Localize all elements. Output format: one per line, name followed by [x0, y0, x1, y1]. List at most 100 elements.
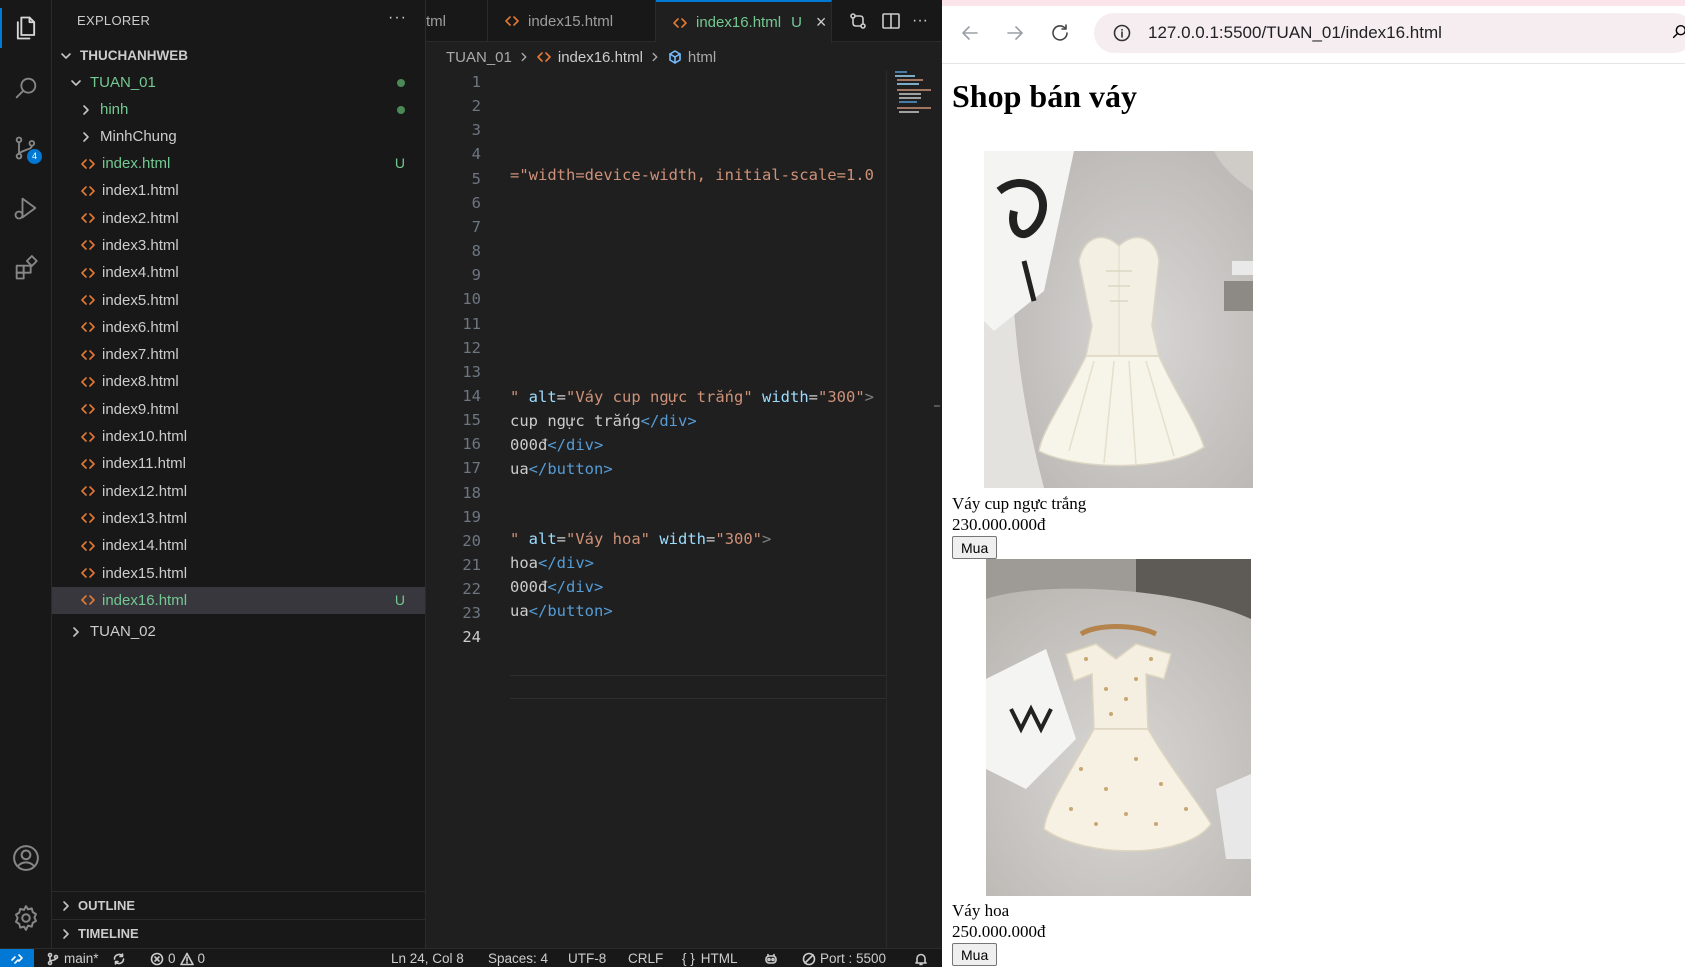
site-info-icon[interactable]	[1112, 23, 1132, 43]
settings-gear-icon[interactable]	[8, 900, 44, 936]
line-number: 9	[471, 266, 481, 285]
folder-tuan01[interactable]: TUAN_01	[52, 69, 425, 96]
html-file-icon	[81, 295, 95, 305]
folder-minhchung[interactable]: MinhChung	[52, 123, 425, 150]
breadcrumb-symbol[interactable]: html	[688, 49, 716, 66]
branch-indicator[interactable]: main*	[46, 950, 99, 967]
folder-tuan02[interactable]: TUAN_02	[52, 618, 425, 645]
tab-partial[interactable]: tml	[426, 0, 488, 42]
folder-label: MinhChung	[100, 128, 177, 145]
forward-arrow-icon[interactable]	[1003, 21, 1027, 45]
current-line-highlight	[510, 675, 886, 699]
remote-indicator-icon[interactable]	[0, 949, 34, 967]
line-number: 14	[462, 386, 481, 405]
indentation[interactable]: Spaces: 4	[488, 950, 548, 967]
editor-group: tml index15.html index16.html U × ··· TU…	[426, 0, 942, 948]
scroll-position-marker	[934, 405, 940, 407]
file-item[interactable]: index9.html	[52, 396, 425, 423]
file-item[interactable]: index14.html	[52, 532, 425, 559]
more-actions-icon[interactable]: ···	[912, 11, 932, 31]
chevron-right-icon	[73, 626, 79, 637]
file-item[interactable]: index10.html	[52, 423, 425, 450]
line-number: 23	[462, 604, 481, 623]
search-icon[interactable]	[8, 70, 44, 106]
file-item[interactable]: index3.html	[52, 232, 425, 259]
chevron-right-icon	[652, 52, 658, 62]
file-item[interactable]: index8.html	[52, 368, 425, 395]
file-item[interactable]: index5.html	[52, 287, 425, 314]
back-arrow-icon[interactable]	[958, 21, 982, 45]
cursor-position[interactable]: Ln 24, Col 8	[391, 950, 464, 967]
timeline-section[interactable]: TIMELINE	[52, 919, 425, 947]
close-icon[interactable]: ×	[816, 12, 827, 33]
tab-strip-edge	[942, 0, 1685, 6]
file-item[interactable]: index4.html	[52, 259, 425, 286]
url-text[interactable]: 127.0.0.1:5500/TUAN_01/index16.html	[1148, 23, 1442, 43]
workspace-label: THUCHANHWEB	[80, 48, 188, 63]
file-item[interactable]: index13.html	[52, 505, 425, 532]
line-number: 2	[471, 97, 481, 116]
file-item[interactable]: index.html U	[52, 150, 425, 177]
problems-indicator[interactable]: 0 0	[150, 950, 205, 967]
zoom-icon[interactable]	[1670, 23, 1685, 41]
workspace-folder[interactable]: THUCHANHWEB	[52, 42, 425, 69]
outline-section[interactable]: OUTLINE	[52, 891, 425, 919]
chevron-right-icon	[63, 928, 69, 939]
untracked-badge: U	[394, 155, 405, 171]
code-line-14: ua</button>	[510, 460, 613, 478]
html-file-icon	[81, 158, 95, 169]
code-editor[interactable]: 1 2 3 4 5 6 7 8 9 10 11 12 13 14 15 16 17 18 19 20 21 22 23 24 …	[426, 70, 886, 948]
run-debug-icon[interactable]	[8, 190, 44, 226]
breadcrumb-folder[interactable]: TUAN_01	[446, 49, 512, 66]
code-line-17: " alt="Váy hoa" width="300">	[510, 530, 772, 548]
html-file-icon	[505, 16, 519, 26]
language-mode[interactable]: { } HTML	[682, 950, 738, 967]
line-number: 20	[462, 531, 481, 550]
source-control-icon[interactable]: 4	[8, 130, 44, 166]
line-number: 19	[462, 507, 481, 526]
file-item[interactable]: index7.html	[52, 341, 425, 368]
minimap[interactable]	[893, 68, 935, 118]
page-content: Shop bán váy	[952, 78, 1137, 115]
breadcrumb-file[interactable]: index16.html	[558, 49, 643, 66]
explorer-icon[interactable]	[8, 10, 44, 46]
product-name: Váy hoa	[952, 901, 1010, 920]
html-file-icon	[81, 513, 95, 524]
buy-button[interactable]: Mua	[952, 943, 998, 966]
sync-icon[interactable]	[112, 950, 130, 967]
product-price: 230.000.000đ	[952, 515, 1046, 534]
compare-changes-icon[interactable]	[848, 11, 868, 31]
file-label: index16.html	[102, 591, 188, 609]
tab-index15[interactable]: index15.html	[488, 0, 656, 42]
line-number: 5	[471, 169, 481, 188]
file-item[interactable]: index15.html	[52, 560, 425, 587]
tab-index16[interactable]: index16.html U ×	[656, 0, 832, 43]
address-bar[interactable]: 127.0.0.1:5500/TUAN_01/index16.html	[1094, 13, 1685, 53]
folder-label: TUAN_02	[90, 623, 156, 640]
file-item[interactable]: index2.html	[52, 205, 425, 232]
live-server-port[interactable]: Port : 5500	[802, 950, 886, 967]
notifications-bell-icon[interactable]	[914, 950, 932, 967]
extensions-icon[interactable]	[8, 250, 44, 286]
copilot-icon[interactable]	[764, 950, 782, 967]
encoding[interactable]: UTF-8	[568, 950, 606, 967]
folder-hinh[interactable]: hinh	[52, 96, 425, 123]
file-item[interactable]: index1.html	[52, 177, 425, 204]
code-line-19: 000đ</div>	[510, 578, 604, 596]
html-file-icon	[81, 431, 95, 442]
file-label: index10.html	[102, 428, 188, 445]
explorer-more-button[interactable]: ···	[388, 9, 407, 27]
file-item[interactable]: index11.html	[52, 450, 425, 477]
line-ending[interactable]: CRLF	[628, 950, 663, 967]
chevron-right-icon	[63, 900, 69, 911]
buy-button[interactable]: Mua	[952, 536, 998, 559]
line-number: 6	[471, 193, 481, 212]
file-item[interactable]: index16.html U	[52, 586, 425, 614]
tab-label: tml	[426, 12, 446, 30]
file-item[interactable]: index12.html	[52, 478, 425, 505]
split-editor-icon[interactable]	[881, 11, 901, 31]
reload-icon[interactable]	[1048, 21, 1072, 45]
account-icon[interactable]	[8, 840, 44, 876]
file-item[interactable]: index6.html	[52, 314, 425, 341]
line-number: 18	[462, 483, 481, 502]
